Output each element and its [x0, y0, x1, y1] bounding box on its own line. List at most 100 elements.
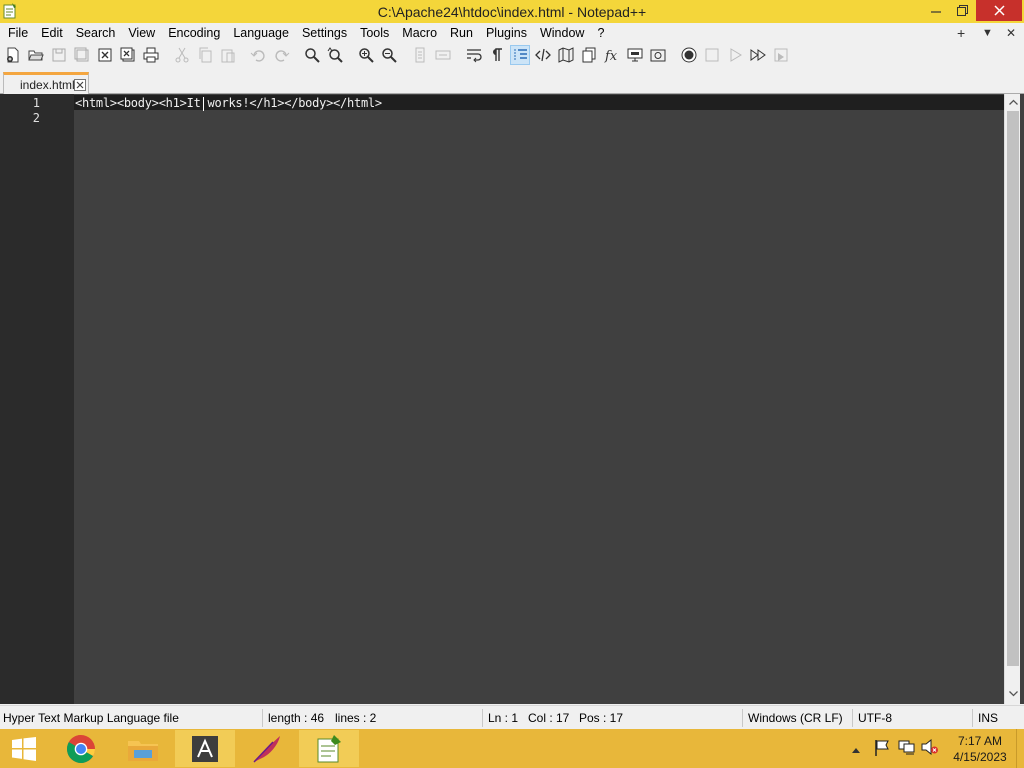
status-ln: Ln : 1	[488, 711, 519, 725]
document-map-icon[interactable]	[556, 45, 576, 65]
status-encoding[interactable]: UTF-8	[858, 711, 892, 725]
window-title: C:\Apache24\htdoc\index.html - Notepad++	[377, 4, 647, 20]
start-icon[interactable]	[0, 730, 48, 767]
clock-date: 4/15/2023	[953, 750, 1007, 764]
close-all-icon[interactable]	[118, 45, 138, 65]
tab-label: index.html	[20, 78, 75, 92]
status-length: length : 46	[268, 711, 325, 725]
minimize-button[interactable]	[922, 0, 950, 21]
show-all-chars-icon[interactable]	[487, 45, 507, 65]
menu-tools[interactable]: Tools	[353, 26, 395, 40]
function-list-icon[interactable]: fx	[602, 45, 622, 65]
adobe-icon[interactable]	[175, 730, 235, 767]
line-number: 2	[32, 111, 40, 125]
show-hidden-icons-icon[interactable]	[851, 743, 861, 757]
save-macro-icon[interactable]	[771, 45, 791, 65]
status-separator	[262, 709, 263, 727]
cut-icon[interactable]	[172, 45, 192, 65]
status-file-type: Hyper Text Markup Language file	[3, 711, 179, 725]
line-number-gutter	[0, 94, 74, 704]
menu-run[interactable]: Run	[443, 26, 479, 40]
new-file-icon[interactable]	[3, 45, 23, 65]
menu-search[interactable]: Search	[69, 26, 122, 40]
copy-icon[interactable]	[195, 45, 215, 65]
close-icon[interactable]	[95, 45, 115, 65]
menu-language[interactable]: Language	[226, 26, 295, 40]
record-macro-icon[interactable]	[679, 45, 699, 65]
svg-text:fx: fx	[604, 49, 618, 63]
menu-window[interactable]: Window	[533, 26, 590, 40]
replace-icon[interactable]	[325, 45, 345, 65]
vertical-scrollbar[interactable]	[1004, 94, 1020, 704]
status-bar: Hyper Text Markup Language file length :…	[0, 705, 1024, 729]
folder-workspace-icon[interactable]	[648, 45, 668, 65]
status-separator	[852, 709, 853, 727]
stop-record-icon[interactable]	[702, 45, 722, 65]
redo-icon[interactable]	[272, 45, 292, 65]
menu-settings[interactable]: Settings	[295, 26, 353, 40]
action-center-flag-icon[interactable]	[874, 739, 890, 760]
menu-view[interactable]: View	[121, 26, 161, 40]
title-bar[interactable]: C:\Apache24\htdoc\index.html - Notepad++	[0, 0, 1024, 23]
close-document-icon[interactable]: ✕	[1006, 26, 1016, 40]
toolbar: fx	[0, 43, 1024, 68]
tab-list-dropdown-icon[interactable]: ▼	[982, 27, 993, 39]
status-eol[interactable]: Windows (CR LF)	[748, 711, 843, 725]
feather-icon[interactable]	[237, 730, 297, 767]
notepadpp-icon[interactable]	[299, 730, 359, 767]
open-file-icon[interactable]	[26, 45, 46, 65]
sync-horizontal-icon[interactable]	[433, 45, 453, 65]
new-tab-plus-icon[interactable]: +	[957, 25, 965, 41]
zoom-in-icon[interactable]	[356, 45, 376, 65]
menu-plugins[interactable]: Plugins	[479, 26, 533, 40]
print-icon[interactable]	[141, 45, 161, 65]
status-lines: lines : 2	[335, 711, 377, 725]
status-pos: Pos : 17	[579, 711, 624, 725]
taskbar: 7:17 AM 4/15/2023	[0, 729, 1024, 768]
menu-macro[interactable]: Macro	[395, 26, 443, 40]
scroll-down-icon[interactable]	[1005, 686, 1021, 702]
run-macro-multiple-icon[interactable]	[748, 45, 768, 65]
paste-icon[interactable]	[218, 45, 238, 65]
save-all-icon[interactable]	[72, 45, 92, 65]
show-desktop-button[interactable]	[1016, 729, 1024, 768]
editor-area[interactable]: 1 2 <html><body><h1>It works!</h1></body…	[0, 94, 1024, 704]
find-icon[interactable]	[302, 45, 322, 65]
word-wrap-icon[interactable]	[464, 45, 484, 65]
menu-help[interactable]: ?	[590, 26, 610, 40]
code-line[interactable]: <html><body><h1>It works!</h1></body></h…	[75, 96, 382, 110]
status-col: Col : 17	[528, 711, 570, 725]
tab-index-html[interactable]: index.html	[3, 72, 89, 94]
menu-file[interactable]: File	[1, 26, 34, 40]
monitor-icon[interactable]	[625, 45, 645, 65]
tab-close-icon[interactable]	[74, 79, 86, 91]
save-icon[interactable]	[49, 45, 69, 65]
menu-encoding[interactable]: Encoding	[161, 26, 226, 40]
xml-tag-icon[interactable]	[533, 45, 553, 65]
mouse-ibeam-cursor	[203, 97, 204, 111]
status-insert-mode[interactable]: INS	[978, 711, 998, 725]
scrollbar-thumb[interactable]	[1007, 111, 1019, 666]
zoom-out-icon[interactable]	[379, 45, 399, 65]
document-list-icon[interactable]	[579, 45, 599, 65]
network-icon[interactable]	[898, 739, 916, 758]
sync-vertical-icon[interactable]	[410, 45, 430, 65]
play-macro-icon[interactable]	[725, 45, 745, 65]
clock-time: 7:17 AM	[957, 734, 1003, 748]
indent-guide-icon[interactable]	[510, 45, 530, 65]
file-explorer-icon[interactable]	[113, 730, 173, 767]
status-separator	[482, 709, 483, 727]
system-clock[interactable]: 7:17 AM 4/15/2023	[944, 733, 1016, 765]
chrome-icon[interactable]	[51, 730, 111, 767]
status-separator	[742, 709, 743, 727]
tab-bar: index.html	[0, 68, 1024, 94]
restore-button[interactable]	[948, 0, 976, 21]
scroll-up-icon[interactable]	[1005, 94, 1021, 110]
status-separator	[972, 709, 973, 727]
menu-edit[interactable]: Edit	[34, 26, 69, 40]
volume-muted-icon[interactable]	[921, 738, 939, 758]
line-number: 1	[32, 96, 40, 110]
menu-bar: File Edit Search View Encoding Language …	[0, 23, 1024, 43]
undo-icon[interactable]	[248, 45, 268, 65]
close-button[interactable]	[976, 0, 1022, 21]
